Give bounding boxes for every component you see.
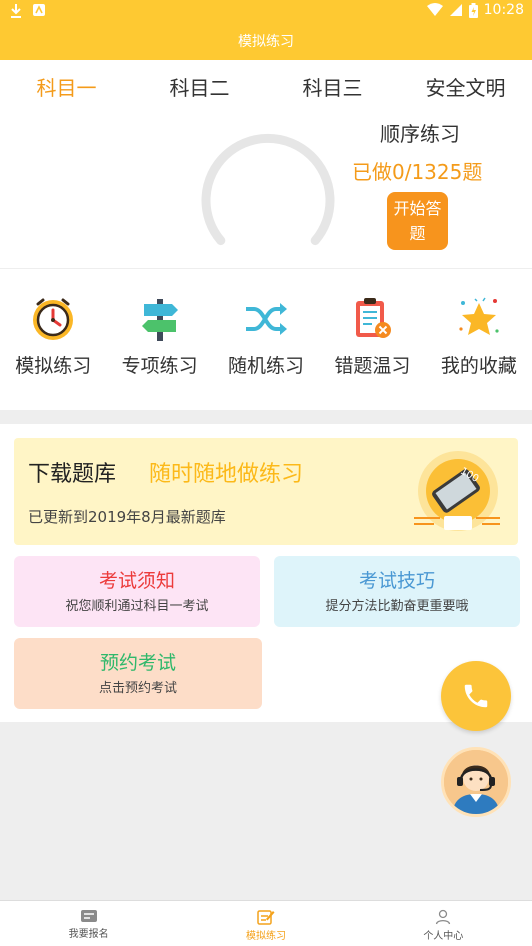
practice-title: 顺序练习 — [380, 122, 460, 146]
start-label-line-1: 开始答 — [393, 199, 442, 218]
progress-ring — [201, 133, 335, 246]
card-subtitle: 提分方法比勤奋更重要哦 — [325, 599, 469, 614]
mode-label: 专项练习 — [121, 355, 198, 377]
banner-slogan: 随时随地做练习 — [149, 462, 304, 487]
book-exam-card[interactable]: 预约考试 点击预约考试 — [14, 638, 262, 709]
mode-label: 随机练习 — [228, 355, 305, 377]
mode-random-practice[interactable]: 随机练习 — [213, 269, 319, 410]
mode-mock-exam[interactable]: 模拟练习 — [0, 269, 106, 410]
tab-safety[interactable]: 安全文明 — [399, 60, 532, 118]
battery-icon — [468, 2, 478, 18]
tab-subject-1[interactable]: 科目一 — [0, 60, 133, 120]
mode-topic-practice[interactable]: 专项练习 — [106, 269, 212, 410]
banner-title: 下载题库 — [28, 462, 117, 487]
clipboard-error-icon — [356, 298, 392, 338]
subject-tabs: 科目一 科目二 科目三 安全文明 — [0, 60, 532, 120]
practice-count: 已做0/1325题 — [352, 160, 483, 184]
mode-favorites[interactable]: 我的收藏 — [426, 269, 532, 410]
bottom-nav: 我要报名 模拟练习 个人中心 — [0, 900, 532, 946]
register-icon — [80, 910, 97, 922]
wifi-icon — [426, 3, 443, 16]
shuffle-icon — [246, 303, 288, 335]
card-subtitle: 点击预约考试 — [98, 681, 177, 696]
signal-icon — [449, 4, 462, 16]
status-time: 10:28 — [483, 2, 524, 18]
nav-profile[interactable]: 个人中心 — [355, 901, 532, 946]
customer-service-button[interactable] — [441, 747, 511, 817]
phone-badge-illustration: 100 — [414, 451, 500, 531]
exam-notice-card[interactable]: 考试须知 祝您顺利通过科目一考试 — [14, 556, 260, 627]
card-title: 考试技巧 — [358, 570, 435, 592]
download-icon — [11, 4, 21, 18]
card-title: 考试须知 — [98, 570, 175, 592]
nav-label: 我要报名 — [68, 929, 109, 940]
mode-label: 我的收藏 — [440, 355, 517, 377]
nav-register[interactable]: 我要报名 — [0, 901, 177, 946]
exam-tips-card[interactable]: 考试技巧 提分方法比勤奋更重要哦 — [274, 556, 520, 627]
card-subtitle: 祝您顺利通过科目一考试 — [65, 599, 209, 614]
start-label-line-2: 题 — [409, 224, 426, 243]
nav-mock-practice[interactable]: 模拟练习 — [177, 901, 354, 946]
page-title: 模拟练习 — [0, 24, 532, 60]
mode-label: 错题温习 — [334, 355, 411, 377]
call-button[interactable] — [441, 661, 511, 731]
notification-icon — [33, 4, 45, 16]
status-bar: 10:28 — [0, 0, 532, 24]
tab-subject-2[interactable]: 科目二 — [133, 60, 266, 118]
signpost-icon — [141, 299, 178, 341]
person-icon — [436, 909, 451, 925]
nav-label: 个人中心 — [423, 931, 464, 942]
tab-subject-3[interactable]: 科目三 — [266, 60, 399, 118]
sequential-practice-panel: 顺序练习 已做0/1325题 开始答 题 — [0, 118, 532, 268]
banner-subtitle: 已更新到2019年8月最新题库 — [28, 508, 226, 526]
star-icon — [459, 297, 499, 335]
agent-avatar-icon — [444, 750, 508, 814]
practice-modes: 模拟练习 专项练习 随机练习 错题温习 我的收藏 — [0, 268, 532, 410]
start-answer-button[interactable]: 开始答 题 — [387, 192, 448, 250]
mode-mistake-review[interactable]: 错题温习 — [319, 269, 425, 410]
mode-label: 模拟练习 — [15, 355, 92, 377]
download-question-bank-banner[interactable]: 下载题库 随时随地做练习 已更新到2019年8月最新题库 100 — [14, 438, 518, 545]
card-title: 预约考试 — [99, 652, 176, 674]
phone-icon — [464, 684, 488, 708]
nav-label: 模拟练习 — [245, 931, 286, 942]
alarm-clock-icon — [33, 298, 74, 340]
edit-note-icon — [257, 910, 275, 925]
